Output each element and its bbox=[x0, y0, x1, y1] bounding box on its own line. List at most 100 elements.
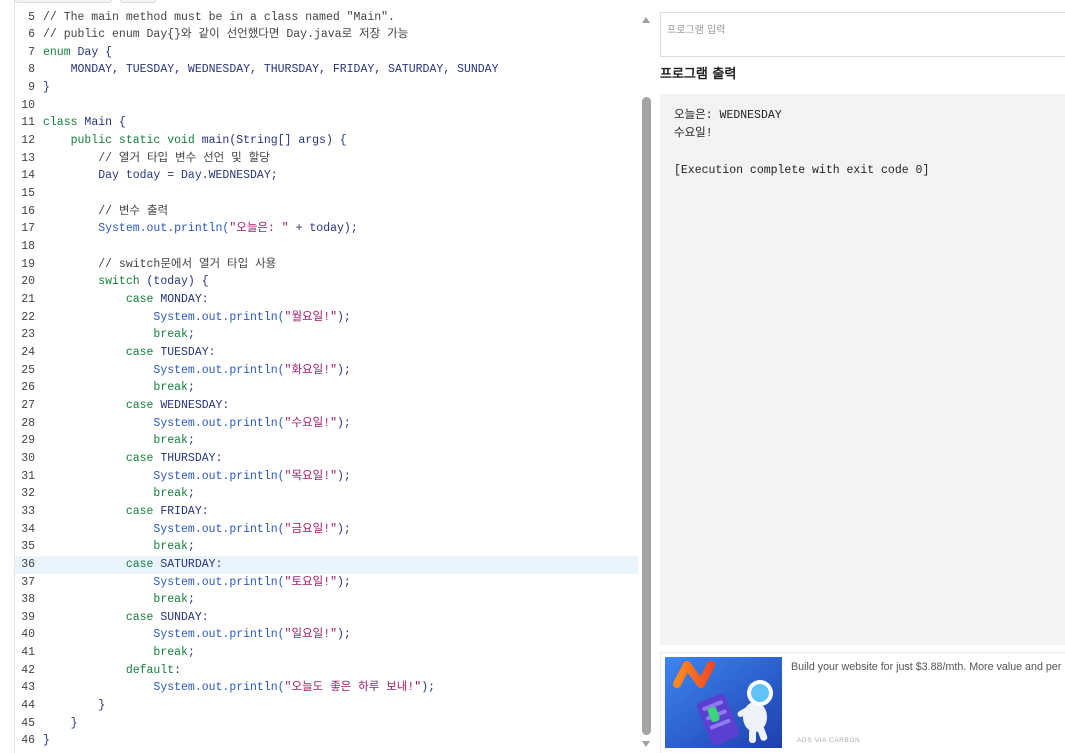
line-number: 8 bbox=[28, 63, 35, 77]
code-text: case WEDNESDAY: bbox=[43, 397, 230, 415]
code-text: // 변수 출력 bbox=[43, 203, 168, 221]
code-token-ident: MONDAY, TUESDAY, WEDNESDAY, THURSDAY, FR… bbox=[43, 63, 499, 77]
code-line[interactable]: 45 } bbox=[15, 715, 638, 733]
code-line[interactable]: 30 case THURSDAY: bbox=[15, 450, 638, 468]
code-token-call: System.out.println( bbox=[43, 681, 285, 695]
line-number: 26 bbox=[21, 381, 35, 395]
code-text: } bbox=[43, 697, 105, 715]
code-text: MONDAY, TUESDAY, WEDNESDAY, THURSDAY, FR… bbox=[43, 61, 499, 79]
code-line[interactable]: 33 case FRIDAY: bbox=[15, 503, 638, 521]
code-token-ident: ; bbox=[187, 487, 195, 501]
code-line[interactable]: 12 public static void main(String[] args… bbox=[15, 132, 638, 150]
code-line[interactable]: 11 class Main { bbox=[15, 114, 638, 132]
program-input-field[interactable] bbox=[660, 12, 1065, 57]
carbon-ad[interactable]: Build your website for just $3.88/mth. M… bbox=[660, 652, 1065, 753]
code-line[interactable]: 28 System.out.println("수요일!"); bbox=[15, 415, 638, 433]
code-text: default: bbox=[43, 662, 181, 680]
code-line[interactable]: 10 bbox=[15, 97, 638, 115]
code-text: } bbox=[43, 715, 78, 733]
code-lines[interactable]: 5 // The main method must be in a class n… bbox=[15, 9, 638, 751]
code-token-ident: ); bbox=[337, 628, 351, 642]
code-line[interactable]: 22 System.out.println("월요일!"); bbox=[15, 309, 638, 327]
code-line[interactable]: 34 System.out.println("금요일!"); bbox=[15, 521, 638, 539]
code-token-ident: FRIDAY: bbox=[153, 504, 209, 518]
output-panel: 오늘은: WEDNESDAY 수요일! [Execution complete … bbox=[660, 94, 1065, 645]
code-line[interactable]: 44 } bbox=[15, 697, 638, 715]
code-line[interactable]: 38 break; bbox=[15, 591, 638, 609]
code-token-ident: ; bbox=[187, 646, 195, 660]
code-line[interactable]: 39 case SUNDAY: bbox=[15, 609, 638, 627]
code-line[interactable]: 23 break; bbox=[15, 326, 638, 344]
code-token-ident: Day today = Day.WEDNESDAY; bbox=[43, 169, 278, 183]
code-line[interactable]: 13 // 열거 타입 변수 선언 및 할당 bbox=[15, 150, 638, 168]
code-line[interactable]: 35 break; bbox=[15, 538, 638, 556]
code-text: System.out.println("금요일!"); bbox=[43, 521, 350, 539]
code-line[interactable]: 29 break; bbox=[15, 432, 638, 450]
line-number: 33 bbox=[21, 504, 35, 518]
code-line[interactable]: 24 case TUESDAY: bbox=[15, 344, 638, 362]
code-line[interactable]: 5 // The main method must be in a class n… bbox=[15, 9, 638, 27]
ad-image[interactable] bbox=[665, 657, 782, 748]
code-line[interactable]: 31 System.out.println("목요일!"); bbox=[15, 468, 638, 486]
code-text: // The main method must be in a class na… bbox=[43, 9, 395, 27]
code-line[interactable]: 37 System.out.println("토요일!"); bbox=[15, 574, 638, 592]
code-line[interactable]: 6 // public enum Day{}와 같이 선언했다면 Day.java… bbox=[15, 26, 638, 44]
ads-via-carbon-label[interactable]: ADS VIA CARBON bbox=[797, 737, 860, 745]
code-line[interactable]: 41 break; bbox=[15, 644, 638, 662]
code-text: break; bbox=[43, 538, 195, 556]
code-line[interactable]: 43 System.out.println("오늘도 좋은 하루 보내!"); bbox=[15, 679, 638, 697]
line-number: 12 bbox=[21, 134, 35, 148]
code-text: System.out.println("화요일!"); bbox=[43, 362, 350, 380]
code-token-comment: // public enum Day{}와 같이 선언했다면 Day.java로… bbox=[43, 28, 409, 42]
code-text: } bbox=[43, 79, 50, 97]
scroll-down-arrow-icon[interactable] bbox=[642, 741, 650, 747]
code-text: System.out.println("오늘은: " + today); bbox=[43, 220, 358, 238]
code-token-string: "화요일!" bbox=[284, 363, 337, 377]
code-line[interactable]: 8 MONDAY, TUESDAY, WEDNESDAY, THURSDAY, … bbox=[15, 61, 638, 79]
code-line[interactable]: 19 // switch문에서 열거 타입 사용 bbox=[15, 256, 638, 274]
code-token-keyword: case bbox=[43, 557, 154, 571]
code-token-keyword: break bbox=[43, 646, 188, 660]
code-line[interactable]: 15 bbox=[15, 185, 638, 203]
code-editor[interactable]: 5 // The main method must be in a class n… bbox=[14, 0, 640, 753]
line-number: 46 bbox=[21, 734, 35, 748]
scroll-up-arrow-icon[interactable] bbox=[642, 17, 650, 23]
code-token-keyword: break bbox=[43, 593, 188, 607]
code-token-ident: ; bbox=[187, 328, 195, 342]
code-line[interactable]: 42 default: bbox=[15, 662, 638, 680]
code-token-string: "오늘도 좋은 하루 보내!" bbox=[284, 681, 422, 695]
code-line-active[interactable]: 36 case SATURDAY: bbox=[15, 555, 638, 574]
ad-text-link[interactable]: Build your website for just $3.88/mth. M… bbox=[791, 660, 1065, 674]
line-number: 29 bbox=[21, 434, 35, 448]
line-number: 15 bbox=[21, 187, 35, 201]
code-text: break; bbox=[43, 432, 195, 450]
code-line[interactable]: 46} bbox=[15, 732, 638, 750]
code-token-ident: ; bbox=[187, 593, 195, 607]
output-line: 오늘은: WEDNESDAY bbox=[674, 109, 782, 122]
code-line[interactable]: 40 System.out.println("일요일!"); bbox=[15, 626, 638, 644]
code-line[interactable]: 16 // 변수 출력 bbox=[15, 203, 638, 221]
code-line[interactable]: 9} bbox=[15, 79, 638, 97]
code-line[interactable]: 25 System.out.println("화요일!"); bbox=[15, 362, 638, 380]
code-line[interactable]: 32 break; bbox=[15, 485, 638, 503]
code-line[interactable]: 17 System.out.println("오늘은: " + today); bbox=[15, 220, 638, 238]
code-token-ident: ; bbox=[187, 540, 195, 554]
code-line[interactable]: 20 switch (today) { bbox=[15, 273, 638, 291]
line-number: 21 bbox=[21, 293, 35, 306]
code-line[interactable]: 7 enum Day { bbox=[15, 44, 638, 62]
code-text: break; bbox=[43, 591, 195, 609]
code-token-ident: (today) { bbox=[139, 275, 209, 289]
line-number: 37 bbox=[21, 575, 35, 589]
code-token-ident: ; bbox=[187, 434, 195, 448]
code-line[interactable]: 14 Day today = Day.WEDNESDAY; bbox=[15, 167, 638, 185]
editor-scrollbar-thumb[interactable] bbox=[642, 97, 651, 735]
line-number: 18 bbox=[21, 240, 35, 254]
code-line[interactable]: 27 case WEDNESDAY: bbox=[15, 397, 638, 415]
code-line[interactable]: 26 break; bbox=[15, 379, 638, 397]
code-line[interactable]: 18 bbox=[15, 238, 638, 256]
code-token-string: "일요일!" bbox=[284, 628, 337, 642]
code-text: public static void main(String[] args) { bbox=[43, 132, 347, 150]
code-token-string: "금요일!" bbox=[284, 522, 337, 536]
code-line[interactable]: 21 case MONDAY: bbox=[15, 291, 638, 309]
